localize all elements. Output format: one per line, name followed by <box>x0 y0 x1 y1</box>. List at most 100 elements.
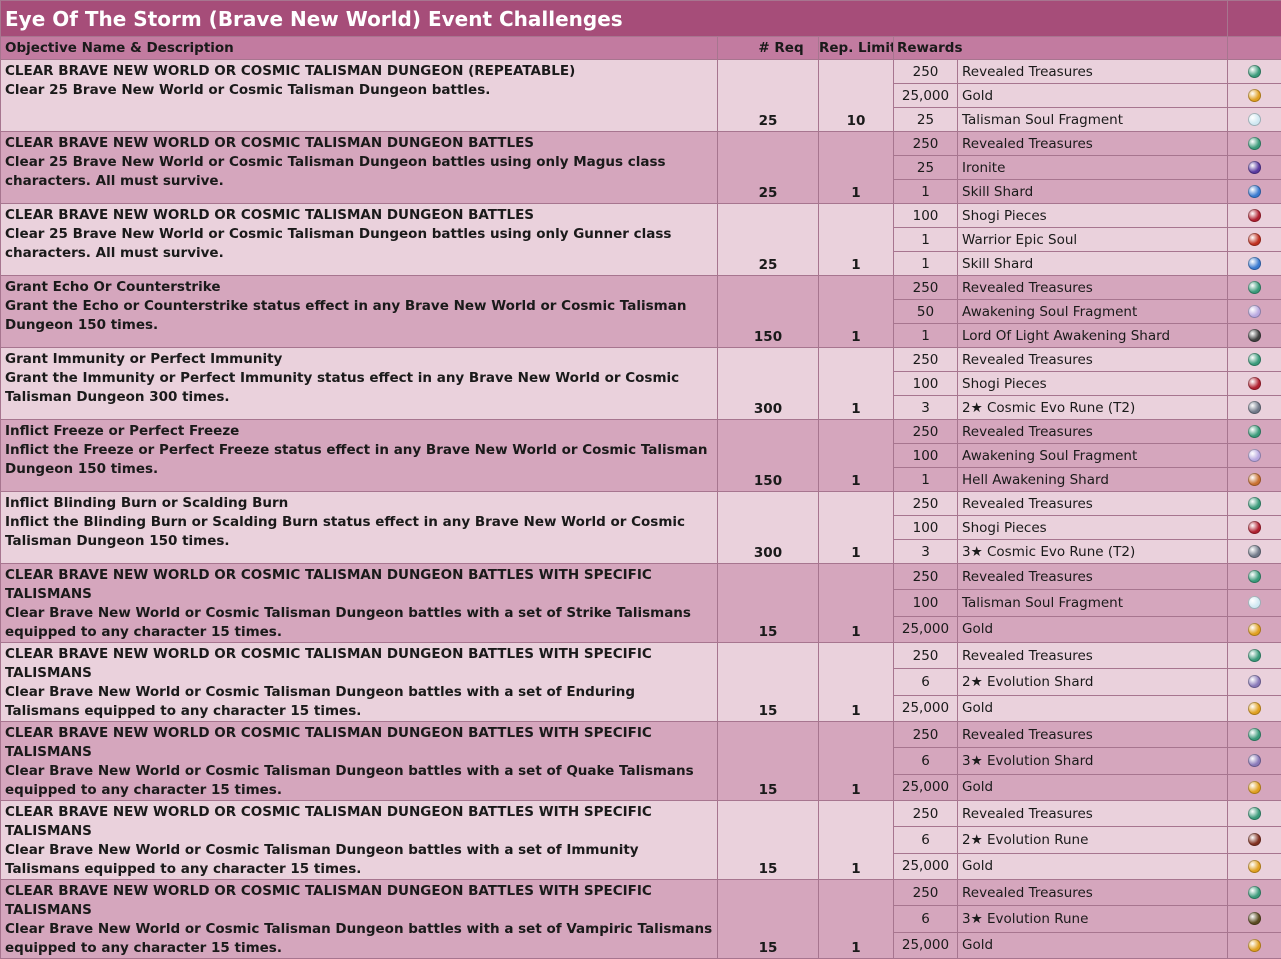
revealed-treasures-icon <box>1248 649 1261 662</box>
gold-icon <box>1248 860 1261 873</box>
objective-name: Grant Immunity or Perfect Immunity <box>5 350 713 369</box>
header-req: # Req <box>718 37 819 60</box>
objective-description: Inflict the Blinding Burn or Scalding Bu… <box>5 513 713 551</box>
shogi-pieces-icon <box>1248 209 1261 222</box>
reward-icon-cell <box>1228 372 1281 396</box>
rep-limit: 1 <box>819 643 894 722</box>
gold-icon <box>1248 781 1261 794</box>
reward-name: Revealed Treasures <box>958 801 1228 827</box>
objective-description: Clear 25 Brave New World or Cosmic Talis… <box>5 225 713 263</box>
req-count: 150 <box>718 276 819 348</box>
reward-icon-cell <box>1228 774 1281 800</box>
reward-quantity: 1 <box>894 324 958 348</box>
revealed-treasures-icon <box>1248 728 1261 741</box>
reward-icon-cell <box>1228 468 1281 492</box>
skill-shard-icon <box>1248 257 1261 270</box>
reward-icon-cell <box>1228 669 1281 695</box>
reward-quantity: 50 <box>894 300 958 324</box>
reward-quantity: 250 <box>894 643 958 669</box>
reward-row: CLEAR BRAVE NEW WORLD OR COSMIC TALISMAN… <box>1 204 1281 228</box>
reward-icon-cell <box>1228 564 1281 590</box>
objective-description: Clear Brave New World or Cosmic Talisman… <box>5 762 713 800</box>
reward-quantity: 25,000 <box>894 84 958 108</box>
objective-name: CLEAR BRAVE NEW WORLD OR COSMIC TALISMAN… <box>5 724 713 762</box>
reward-row: CLEAR BRAVE NEW WORLD OR COSMIC TALISMAN… <box>1 643 1281 669</box>
reward-name: 2★ Cosmic Evo Rune (T2) <box>958 396 1228 420</box>
lord-of-light-awakening-shard-icon <box>1248 329 1261 342</box>
reward-row: Grant Echo Or CounterstrikeGrant the Ech… <box>1 276 1281 300</box>
reward-name: Awakening Soul Fragment <box>958 300 1228 324</box>
revealed-treasures-icon <box>1248 425 1261 438</box>
reward-name: Ironite <box>958 156 1228 180</box>
reward-quantity: 100 <box>894 204 958 228</box>
challenges-table: Eye Of The Storm (Brave New World) Event… <box>0 0 1281 959</box>
reward-icon-cell <box>1228 276 1281 300</box>
reward-icon-cell <box>1228 180 1281 204</box>
reward-row: CLEAR BRAVE NEW WORLD OR COSMIC TALISMAN… <box>1 132 1281 156</box>
reward-row: CLEAR BRAVE NEW WORLD OR COSMIC TALISMAN… <box>1 564 1281 590</box>
reward-quantity: 25 <box>894 156 958 180</box>
revealed-treasures-icon <box>1248 65 1261 78</box>
objective-cell: CLEAR BRAVE NEW WORLD OR COSMIC TALISMAN… <box>1 801 718 880</box>
reward-icon-cell <box>1228 801 1281 827</box>
reward-icon-cell <box>1228 84 1281 108</box>
reward-row: CLEAR BRAVE NEW WORLD OR COSMIC TALISMAN… <box>1 801 1281 827</box>
reward-name: Revealed Treasures <box>958 420 1228 444</box>
reward-quantity: 100 <box>894 444 958 468</box>
reward-quantity: 100 <box>894 516 958 540</box>
reward-row: CLEAR BRAVE NEW WORLD OR COSMIC TALISMAN… <box>1 880 1281 906</box>
reward-icon-cell <box>1228 906 1281 932</box>
title-corner-cell <box>1228 1 1281 37</box>
awakening-soul-fragment-icon <box>1248 305 1261 318</box>
reward-icon-cell <box>1228 396 1281 420</box>
objective-description: Clear Brave New World or Cosmic Talisman… <box>5 920 713 958</box>
warrior-epic-soul-icon <box>1248 233 1261 246</box>
objective-description: Inflict the Freeze or Perfect Freeze sta… <box>5 441 713 479</box>
reward-icon-cell <box>1228 300 1281 324</box>
reward-row: Inflict Blinding Burn or Scalding BurnIn… <box>1 492 1281 516</box>
reward-quantity: 250 <box>894 722 958 748</box>
reward-quantity: 100 <box>894 590 958 616</box>
gold-icon <box>1248 939 1261 952</box>
reward-name: Warrior Epic Soul <box>958 228 1228 252</box>
reward-row: Grant Immunity or Perfect ImmunityGrant … <box>1 348 1281 372</box>
cosmic-evo-rune-icon <box>1248 401 1261 414</box>
title-row: Eye Of The Storm (Brave New World) Event… <box>1 1 1281 37</box>
reward-name: 3★ Evolution Shard <box>958 748 1228 774</box>
rep-limit: 1 <box>819 276 894 348</box>
objective-name: CLEAR BRAVE NEW WORLD OR COSMIC TALISMAN… <box>5 206 713 225</box>
objective-description: Clear Brave New World or Cosmic Talisman… <box>5 683 713 721</box>
req-count: 15 <box>718 880 819 959</box>
reward-quantity: 250 <box>894 880 958 906</box>
reward-name: Revealed Treasures <box>958 880 1228 906</box>
gold-icon <box>1248 623 1261 636</box>
header-objective: Objective Name & Description <box>1 37 718 60</box>
reward-quantity: 250 <box>894 564 958 590</box>
reward-quantity: 250 <box>894 132 958 156</box>
sheet-title: Eye Of The Storm (Brave New World) Event… <box>1 1 1228 37</box>
objective-name: CLEAR BRAVE NEW WORLD OR COSMIC TALISMAN… <box>5 566 713 604</box>
reward-row: Inflict Freeze or Perfect FreezeInflict … <box>1 420 1281 444</box>
objective-cell: Grant Echo Or CounterstrikeGrant the Ech… <box>1 276 718 348</box>
revealed-treasures-icon <box>1248 137 1261 150</box>
revealed-treasures-icon <box>1248 281 1261 294</box>
req-count: 25 <box>718 204 819 276</box>
reward-quantity: 6 <box>894 827 958 853</box>
reward-icon-cell <box>1228 204 1281 228</box>
objective-cell: CLEAR BRAVE NEW WORLD OR COSMIC TALISMAN… <box>1 643 718 722</box>
reward-icon-cell <box>1228 616 1281 642</box>
reward-name: Talisman Soul Fragment <box>958 108 1228 132</box>
reward-icon-cell <box>1228 444 1281 468</box>
reward-name: Talisman Soul Fragment <box>958 590 1228 616</box>
objective-name: Inflict Freeze or Perfect Freeze <box>5 422 713 441</box>
objective-name: CLEAR BRAVE NEW WORLD OR COSMIC TALISMAN… <box>5 803 713 841</box>
revealed-treasures-icon <box>1248 497 1261 510</box>
reward-quantity: 250 <box>894 60 958 84</box>
reward-quantity: 3 <box>894 540 958 564</box>
objective-description: Clear 25 Brave New World or Cosmic Talis… <box>5 81 713 100</box>
reward-icon-cell <box>1228 695 1281 721</box>
req-count: 15 <box>718 801 819 880</box>
reward-quantity: 6 <box>894 669 958 695</box>
reward-quantity: 25,000 <box>894 695 958 721</box>
reward-icon-cell <box>1228 932 1281 958</box>
